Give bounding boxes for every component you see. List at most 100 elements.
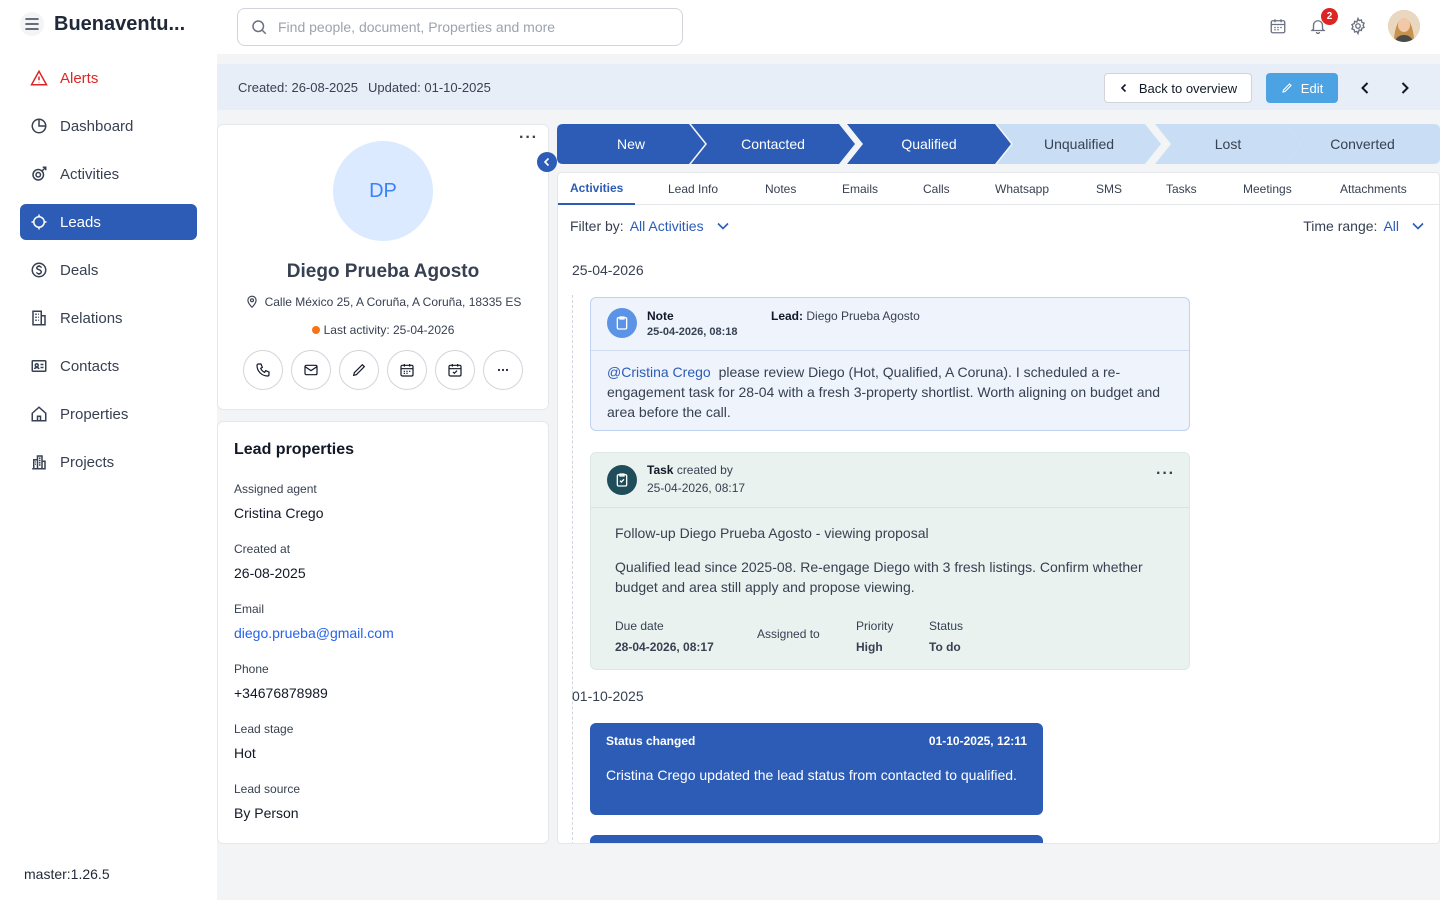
chevron-right-icon — [1401, 82, 1409, 94]
time-range-filter[interactable]: Time range: All — [1303, 218, 1425, 234]
sidebar-item-properties[interactable]: Properties — [20, 396, 197, 432]
meeting-button[interactable] — [387, 350, 427, 390]
sidebar-item-projects[interactable]: Projects — [20, 444, 197, 480]
task-header: Task created by — [647, 463, 733, 477]
property-assigned-agent: Assigned agent Cristina Crego — [234, 482, 323, 521]
profile-more-icon[interactable]: ··· — [519, 129, 538, 147]
edit-button[interactable]: Edit — [1266, 73, 1338, 103]
sidebar-item-label: Properties — [60, 405, 129, 423]
calendar-check-icon — [448, 364, 462, 377]
lead-address: Calle México 25, A Coruña, A Coruña, 183… — [218, 295, 548, 309]
sidebar-item-alerts[interactable]: Alerts — [20, 60, 197, 96]
leads-icon — [30, 213, 48, 231]
stage-label: Contacted — [741, 136, 805, 152]
sidebar-item-label: Leads — [60, 213, 101, 231]
filter-value: All Activities — [629, 218, 704, 234]
note-button[interactable] — [339, 350, 379, 390]
tab-attachments[interactable]: Attachments — [1340, 173, 1407, 205]
stage-contacted[interactable]: Contacted — [691, 124, 855, 164]
global-search[interactable] — [237, 8, 683, 46]
email-button[interactable] — [291, 350, 331, 390]
dollar-icon — [30, 261, 48, 279]
collapse-panel-button[interactable] — [537, 152, 557, 172]
search-input[interactable] — [278, 19, 658, 35]
hamburger-icon — [25, 18, 39, 30]
bell-icon[interactable]: 2 — [1308, 8, 1338, 36]
task-button[interactable] — [435, 350, 475, 390]
chevron-left-icon — [543, 157, 550, 167]
tab-notes[interactable]: Notes — [765, 173, 796, 205]
field-value: 28-04-2026, 08:17 — [615, 640, 714, 654]
pencil-icon — [1282, 83, 1292, 93]
sidebar-item-deals[interactable]: Deals — [20, 252, 197, 288]
activity-filter[interactable]: Filter by: All Activities — [570, 218, 730, 234]
menu-toggle-button[interactable] — [20, 12, 44, 36]
task-due-date: Due date 28-04-2026, 08:17 — [615, 619, 714, 654]
updated-date: Updated: 01-10-2025 — [367, 79, 491, 95]
note-date: 25-04-2026, 08:18 — [647, 326, 738, 338]
field-value: To do — [929, 640, 961, 654]
chevron-down-icon — [717, 222, 729, 230]
call-button[interactable] — [243, 350, 283, 390]
status-change-date: 01-10-2025, 12:11 — [928, 734, 1027, 748]
task-check-icon — [607, 465, 637, 495]
app-version: master:1.26.5 — [24, 866, 110, 882]
stage-lost[interactable]: Lost — [1155, 124, 1301, 164]
contact-card-icon — [30, 357, 48, 375]
tab-meetings[interactable]: Meetings — [1243, 173, 1292, 205]
stage-qualified[interactable]: Qualified — [847, 124, 1011, 164]
time-range-value: All — [1383, 218, 1399, 234]
map-pin-icon — [246, 295, 257, 309]
filter-label: Filter by: — [570, 218, 624, 234]
more-actions-button[interactable] — [483, 350, 523, 390]
task-title: Follow-up Diego Prueba Agosto - viewing … — [615, 525, 929, 541]
sidebar-item-leads[interactable]: Leads — [20, 204, 197, 240]
tab-lead-info[interactable]: Lead Info — [668, 173, 718, 205]
email-link[interactable]: diego.prueba@gmail.com — [234, 625, 394, 641]
stage-converted[interactable]: Converted — [1285, 124, 1440, 164]
sidebar-nav: Alerts Dashboard Activities Leads Deals — [20, 60, 197, 492]
task-more-icon[interactable]: ··· — [1156, 465, 1175, 483]
previous-record-button[interactable] — [1355, 78, 1375, 98]
mention-link[interactable]: @Cristina Crego — [607, 364, 711, 380]
sidebar-item-dashboard[interactable]: Dashboard — [20, 108, 197, 144]
last-activity-text: Last activity: 25-04-2026 — [323, 323, 455, 337]
edit-label: Edit — [1300, 80, 1324, 96]
stage-unqualified[interactable]: Unqualified — [997, 124, 1161, 164]
sidebar-item-contacts[interactable]: Contacts — [20, 348, 197, 384]
timeline-date: 25-04-2026 — [572, 262, 644, 278]
sidebar-item-relations[interactable]: Relations — [20, 300, 197, 336]
tab-calls[interactable]: Calls — [923, 173, 950, 205]
note-activity-card: Note 25-04-2026, 08:18 Lead: Diego Prueb… — [590, 297, 1190, 431]
record-meta-bar: Created: 26-08-2025 Updated: 01-10-2025 — [217, 64, 1440, 110]
building-icon — [30, 309, 48, 327]
divider — [591, 507, 1189, 508]
tab-tasks[interactable]: Tasks — [1166, 173, 1197, 205]
calendar-icon[interactable] — [1268, 16, 1288, 36]
alert-triangle-icon — [30, 69, 48, 87]
user-avatar[interactable] — [1388, 10, 1420, 42]
property-created-at: Created at 26-08-2025 — [234, 542, 306, 581]
task-priority: Priority High — [856, 619, 893, 654]
property-value: Cristina Crego — [234, 505, 324, 521]
property-label: Lead stage — [234, 722, 294, 736]
property-phone: Phone +34676878989 — [234, 662, 328, 701]
gear-icon[interactable] — [1348, 16, 1368, 36]
lead-properties-card: Lead properties Assigned agent Cristina … — [217, 421, 549, 844]
tab-emails[interactable]: Emails — [842, 173, 878, 205]
stage-label: Unqualified — [1043, 136, 1115, 152]
back-to-overview-button[interactable]: Back to overview — [1104, 73, 1252, 103]
tab-whatsapp[interactable]: Whatsapp — [995, 173, 1049, 205]
sidebar-item-activities[interactable]: Activities — [20, 156, 197, 192]
stage-label: Lost — [1214, 136, 1242, 152]
sidebar-item-label: Activities — [60, 165, 120, 183]
stage-new[interactable]: New — [557, 124, 705, 164]
next-record-button[interactable] — [1395, 78, 1415, 98]
last-activity: Last activity: 25-04-2026 — [218, 323, 548, 337]
task-description: Qualified lead since 2025-08. Re-engage … — [615, 559, 1143, 595]
property-value: 26-08-2025 — [234, 565, 306, 581]
home-icon — [30, 405, 48, 423]
tab-activities[interactable]: Activities — [558, 173, 636, 205]
calendar-icon — [400, 364, 414, 377]
tab-sms[interactable]: SMS — [1096, 173, 1122, 205]
